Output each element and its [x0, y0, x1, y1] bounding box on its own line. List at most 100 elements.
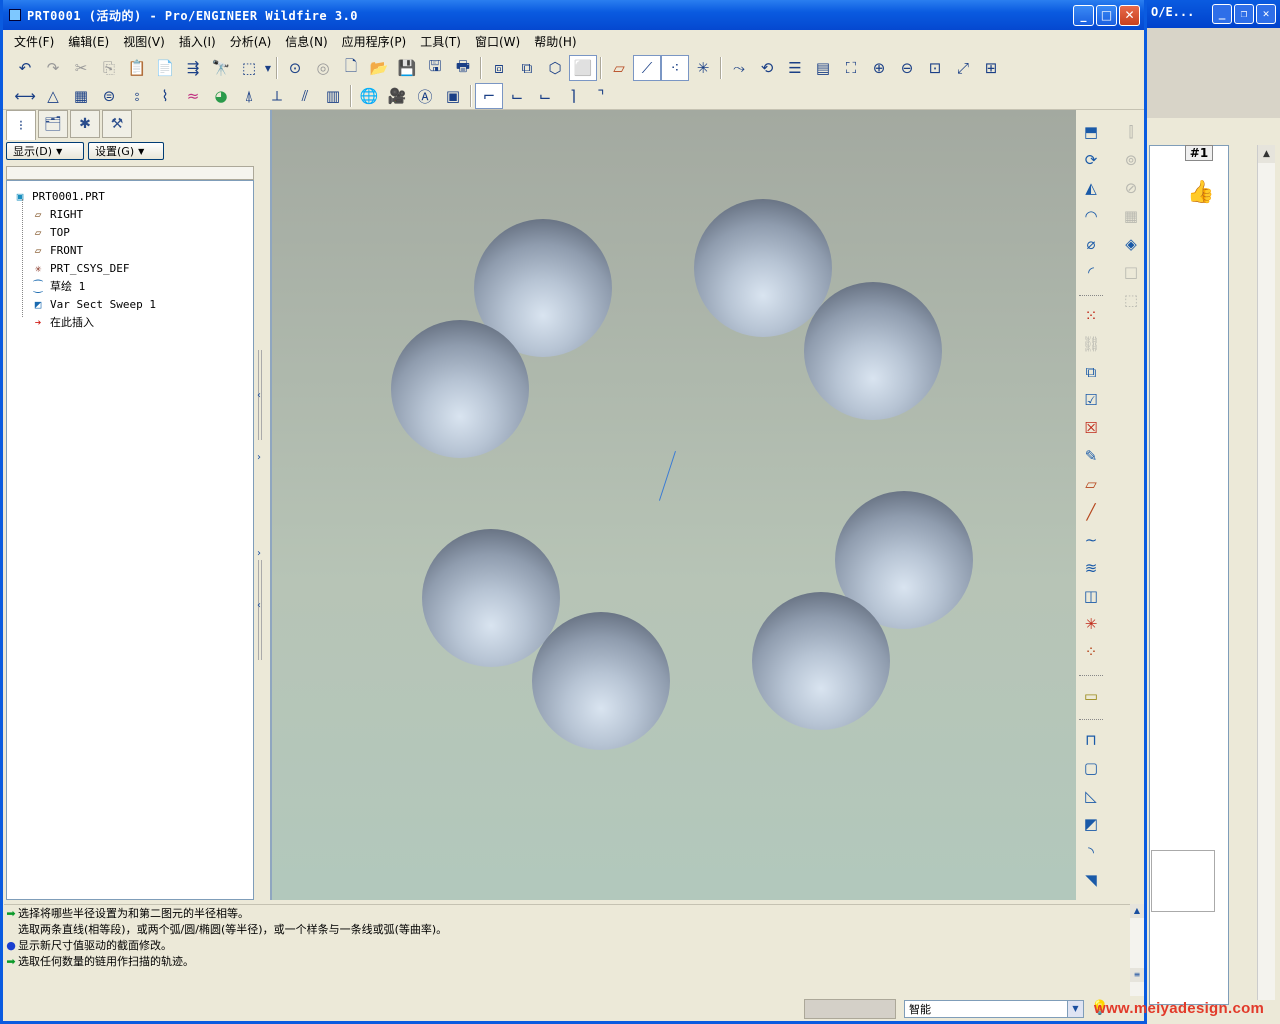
- tree-node-front[interactable]: ▱ FRONT: [7, 241, 253, 259]
- shell-icon[interactable]: ▢: [1077, 754, 1105, 782]
- tree-node-sketch[interactable]: ⁐ 草绘 1: [7, 277, 253, 295]
- sketcher-vertex-icon[interactable]: ⌉: [559, 83, 587, 109]
- collapse-chevron-icon[interactable]: ‹: [257, 600, 261, 611]
- view-manager-icon[interactable]: ▤: [809, 55, 837, 81]
- open-file-icon[interactable]: 📂: [365, 55, 393, 81]
- tree-node-sweep[interactable]: ◩ Var Sect Sweep 1: [7, 295, 253, 313]
- menu-edit[interactable]: 编辑(E): [61, 33, 116, 50]
- redo-icon[interactable]: ↷: [39, 55, 67, 81]
- graphics-viewport[interactable]: [270, 110, 1076, 900]
- scroll-up-icon[interactable]: ▲: [1258, 145, 1275, 163]
- repaint-icon[interactable]: ⊙: [281, 55, 309, 81]
- mirror-icon[interactable]: ⫿: [1117, 118, 1145, 146]
- sphere-solid[interactable]: [804, 282, 942, 420]
- reflection-icon[interactable]: ◕: [207, 83, 235, 109]
- collapse-chevron-icon[interactable]: ›: [257, 452, 261, 463]
- datum-point-display-icon[interactable]: ⁖: [661, 55, 689, 81]
- sketcher-lock-icon[interactable]: ⌝: [587, 83, 615, 109]
- selection-filter-dropdown[interactable]: 智能 ▼: [904, 1000, 1084, 1018]
- draft-analysis-icon[interactable]: ≈: [179, 83, 207, 109]
- model-tree-tab-icon[interactable]: ⁝: [6, 110, 36, 140]
- close-button[interactable]: ✕: [1119, 4, 1140, 26]
- sketcher-constraint-icon[interactable]: ⌙: [503, 83, 531, 109]
- dihedral-icon[interactable]: ⟂: [263, 83, 291, 109]
- menu-help[interactable]: 帮助(H): [527, 33, 583, 50]
- thicken-icon[interactable]: ⬚: [1117, 286, 1145, 314]
- round-icon[interactable]: ◜: [1077, 258, 1105, 286]
- message-scrollbar[interactable]: ▲ ≡: [1130, 904, 1144, 996]
- axis-tool-icon[interactable]: ╱: [1077, 498, 1105, 526]
- offset-plane-icon[interactable]: ◫: [1077, 582, 1105, 610]
- select-box-icon[interactable]: ⬚: [235, 55, 263, 81]
- refit-icon[interactable]: ⛶: [837, 55, 865, 81]
- datum-point-icon[interactable]: ⁙: [1077, 302, 1105, 330]
- undo-icon[interactable]: ↶: [11, 55, 39, 81]
- print-icon[interactable]: 🖶: [449, 55, 477, 81]
- shaded-view-icon[interactable]: ⧈: [485, 55, 513, 81]
- model-tree-icon[interactable]: ▣: [439, 83, 467, 109]
- sketched-curve-icon[interactable]: ≋: [1077, 554, 1105, 582]
- select-dropdown-icon[interactable]: ▼: [263, 55, 273, 81]
- titlebar[interactable]: PRT0001 (活动的) - Pro/ENGINEER Wildfire 3.…: [3, 0, 1144, 30]
- no-hidden-icon[interactable]: ⬡: [541, 55, 569, 81]
- menu-insert[interactable]: 插入(I): [172, 33, 223, 50]
- curve-tool-icon[interactable]: ∼: [1077, 526, 1105, 554]
- find-icon[interactable]: 🔭: [207, 55, 235, 81]
- scroll-track[interactable]: [1130, 918, 1144, 968]
- rib-icon[interactable]: ◺: [1077, 782, 1105, 810]
- cancel-icon[interactable]: ☒: [1077, 414, 1105, 442]
- settings-button[interactable]: 设置(G) ▼: [88, 142, 164, 160]
- hole-icon[interactable]: ⌀: [1077, 230, 1105, 258]
- extrude-icon[interactable]: ⬒: [1077, 118, 1105, 146]
- sphere-solid[interactable]: [422, 529, 560, 667]
- save-icon[interactable]: 💾: [393, 55, 421, 81]
- paste-special-icon[interactable]: 📄: [151, 55, 179, 81]
- tree-filter-bar[interactable]: [6, 166, 254, 180]
- sketcher-dim-icon[interactable]: ⌐: [475, 83, 503, 109]
- navigator-splitter[interactable]: ‹ › › ‹: [256, 110, 268, 900]
- mass-properties-icon[interactable]: ▦: [67, 83, 95, 109]
- background-window-titlebar[interactable]: O/E... _ ❐ ✕: [1147, 0, 1280, 28]
- chevron-down-icon[interactable]: ▼: [1067, 1001, 1083, 1017]
- tree-node-part[interactable]: ▣ PRT0001.PRT: [7, 187, 253, 205]
- csys-display-icon[interactable]: ✳: [689, 55, 717, 81]
- zoom-fit-icon[interactable]: ⊡: [921, 55, 949, 81]
- datum-axis-display-icon[interactable]: ⟋: [633, 55, 661, 81]
- plane-tool-icon[interactable]: ▱: [1077, 470, 1105, 498]
- pattern-icon[interactable]: ▦: [1117, 202, 1145, 230]
- saved-views-icon[interactable]: ⊞: [977, 55, 1005, 81]
- measure-area-icon[interactable]: △: [39, 83, 67, 109]
- fill-icon[interactable]: □: [1117, 258, 1145, 286]
- thumbs-up-icon[interactable]: 👍: [1187, 180, 1214, 205]
- sphere-solid[interactable]: [752, 592, 890, 730]
- point-tool-icon[interactable]: ⁘: [1077, 638, 1105, 666]
- orient-icon[interactable]: ⟲: [753, 55, 781, 81]
- paste-icon[interactable]: 📋: [123, 55, 151, 81]
- copy-feature-icon[interactable]: ⧉: [1077, 358, 1105, 386]
- revolve-icon[interactable]: ⟳: [1077, 146, 1105, 174]
- annotation-tool-icon[interactable]: ▭: [1077, 682, 1105, 710]
- background-close-button[interactable]: ✕: [1256, 4, 1276, 24]
- save-copy-icon[interactable]: 🖫: [421, 55, 449, 81]
- spin-icon[interactable]: ⤳: [725, 55, 753, 81]
- report-icon[interactable]: ▥: [319, 83, 347, 109]
- edge-round-icon[interactable]: ◝: [1077, 838, 1105, 866]
- menu-info[interactable]: 信息(N): [278, 33, 334, 50]
- show-button[interactable]: 显示(D) ▼: [6, 142, 84, 160]
- taper-icon[interactable]: ◥: [1077, 866, 1105, 894]
- annotation-icon[interactable]: Ⓐ: [411, 83, 439, 109]
- spin-center-icon[interactable]: ◎: [309, 55, 337, 81]
- folder-browser-tab-icon[interactable]: 🗂: [38, 110, 68, 138]
- zoom-out-icon[interactable]: ⊖: [893, 55, 921, 81]
- scroll-up-icon[interactable]: ▲: [1130, 904, 1144, 918]
- tree-node-right[interactable]: ▱ RIGHT: [7, 205, 253, 223]
- sketcher-grid-icon[interactable]: ⌙: [531, 83, 559, 109]
- background-scrollbar[interactable]: ▲: [1257, 145, 1275, 1000]
- sphere-solid[interactable]: [391, 320, 529, 458]
- globe-icon[interactable]: 🌐: [355, 83, 383, 109]
- collapse-chevron-icon[interactable]: ›: [257, 548, 261, 559]
- datum-plane-display-icon[interactable]: ▱: [605, 55, 633, 81]
- hidden-line-icon[interactable]: ⧉: [513, 55, 541, 81]
- background-minimize-button[interactable]: _: [1212, 4, 1232, 24]
- sketch-tool-icon[interactable]: ✎: [1077, 442, 1105, 470]
